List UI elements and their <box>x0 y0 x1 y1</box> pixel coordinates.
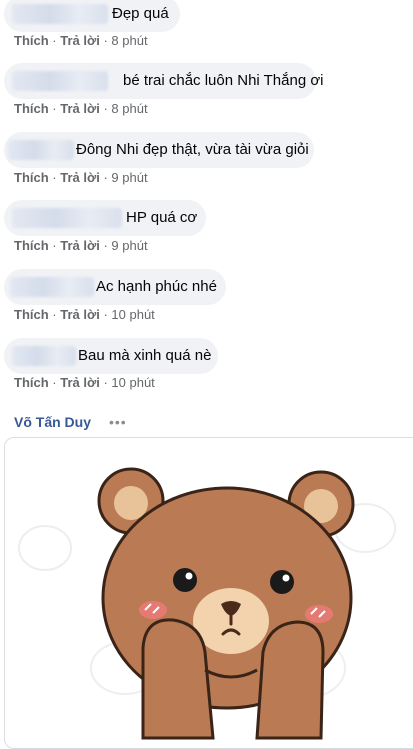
like-link[interactable]: Thích <box>14 238 49 253</box>
comment-bubble: bé trai chắc luôn Nhi Thắng ơi <box>4 63 324 99</box>
comment-text: Đông Nhi đẹp thật, vừa tài vừa giỏi <box>76 141 309 158</box>
comment-actions: Thích · Trả lời · 10 phút <box>14 375 155 390</box>
blurred-author-name[interactable] <box>12 4 108 24</box>
comment-author-name[interactable]: Võ Tấn Duy <box>14 414 91 430</box>
comment-text: HP quá cơ <box>126 209 198 226</box>
reply-link[interactable]: Trả lời <box>60 238 100 253</box>
like-link[interactable]: Thích <box>14 307 49 322</box>
reply-link[interactable]: Trả lời <box>60 307 100 322</box>
comment-actions: Thích · Trả lời · 9 phút <box>14 170 148 185</box>
blurred-author-name[interactable] <box>10 277 94 297</box>
reply-link[interactable]: Trả lời <box>60 375 100 390</box>
reply-link[interactable]: Trả lời <box>60 170 100 185</box>
comment-actions: Thích · Trả lời · 10 phút <box>14 307 155 322</box>
comment-text: bé trai chắc luôn Nhi Thắng ơi <box>123 72 324 89</box>
timestamp[interactable]: 9 phút <box>111 170 147 185</box>
like-link[interactable]: Thích <box>14 170 49 185</box>
blurred-author-name[interactable] <box>12 208 122 228</box>
comment-bubble: Ac hạnh phúc nhé <box>4 269 226 305</box>
blurred-author-name[interactable] <box>12 71 108 91</box>
like-link[interactable]: Thích <box>14 101 49 116</box>
comment-actions: Thích · Trả lời · 8 phút <box>14 101 148 116</box>
comment-bubble: HP quá cơ <box>4 200 206 236</box>
comment-actions: Thích · Trả lời · 8 phút <box>14 33 148 48</box>
more-options-icon[interactable]: ••• <box>109 414 127 430</box>
comment-bubble: Đẹp quá <box>4 0 180 32</box>
timestamp[interactable]: 10 phút <box>111 375 154 390</box>
like-link[interactable]: Thích <box>14 33 49 48</box>
bear-sticker <box>18 467 396 740</box>
timestamp[interactable]: 8 phút <box>111 101 147 116</box>
timestamp[interactable]: 8 phút <box>111 33 147 48</box>
timestamp[interactable]: 10 phút <box>111 307 154 322</box>
reply-link[interactable]: Trả lời <box>60 101 100 116</box>
comment-bubble: Bau mà xinh quá nè <box>4 338 218 374</box>
reply-link[interactable]: Trả lời <box>60 33 100 48</box>
blurred-author-name[interactable] <box>12 346 76 366</box>
comment-text: Bau mà xinh quá nè <box>78 347 212 364</box>
comment-text: Ac hạnh phúc nhé <box>96 278 217 295</box>
comment-bubble: Đông Nhi đẹp thật, vừa tài vừa giỏi <box>4 132 314 168</box>
comment-text: Đẹp quá <box>112 5 169 22</box>
comment-actions: Thích · Trả lời · 9 phút <box>14 238 148 253</box>
blurred-author-name[interactable] <box>8 140 74 160</box>
like-link[interactable]: Thích <box>14 375 49 390</box>
timestamp[interactable]: 9 phút <box>111 238 147 253</box>
sticker-comment <box>4 437 413 749</box>
